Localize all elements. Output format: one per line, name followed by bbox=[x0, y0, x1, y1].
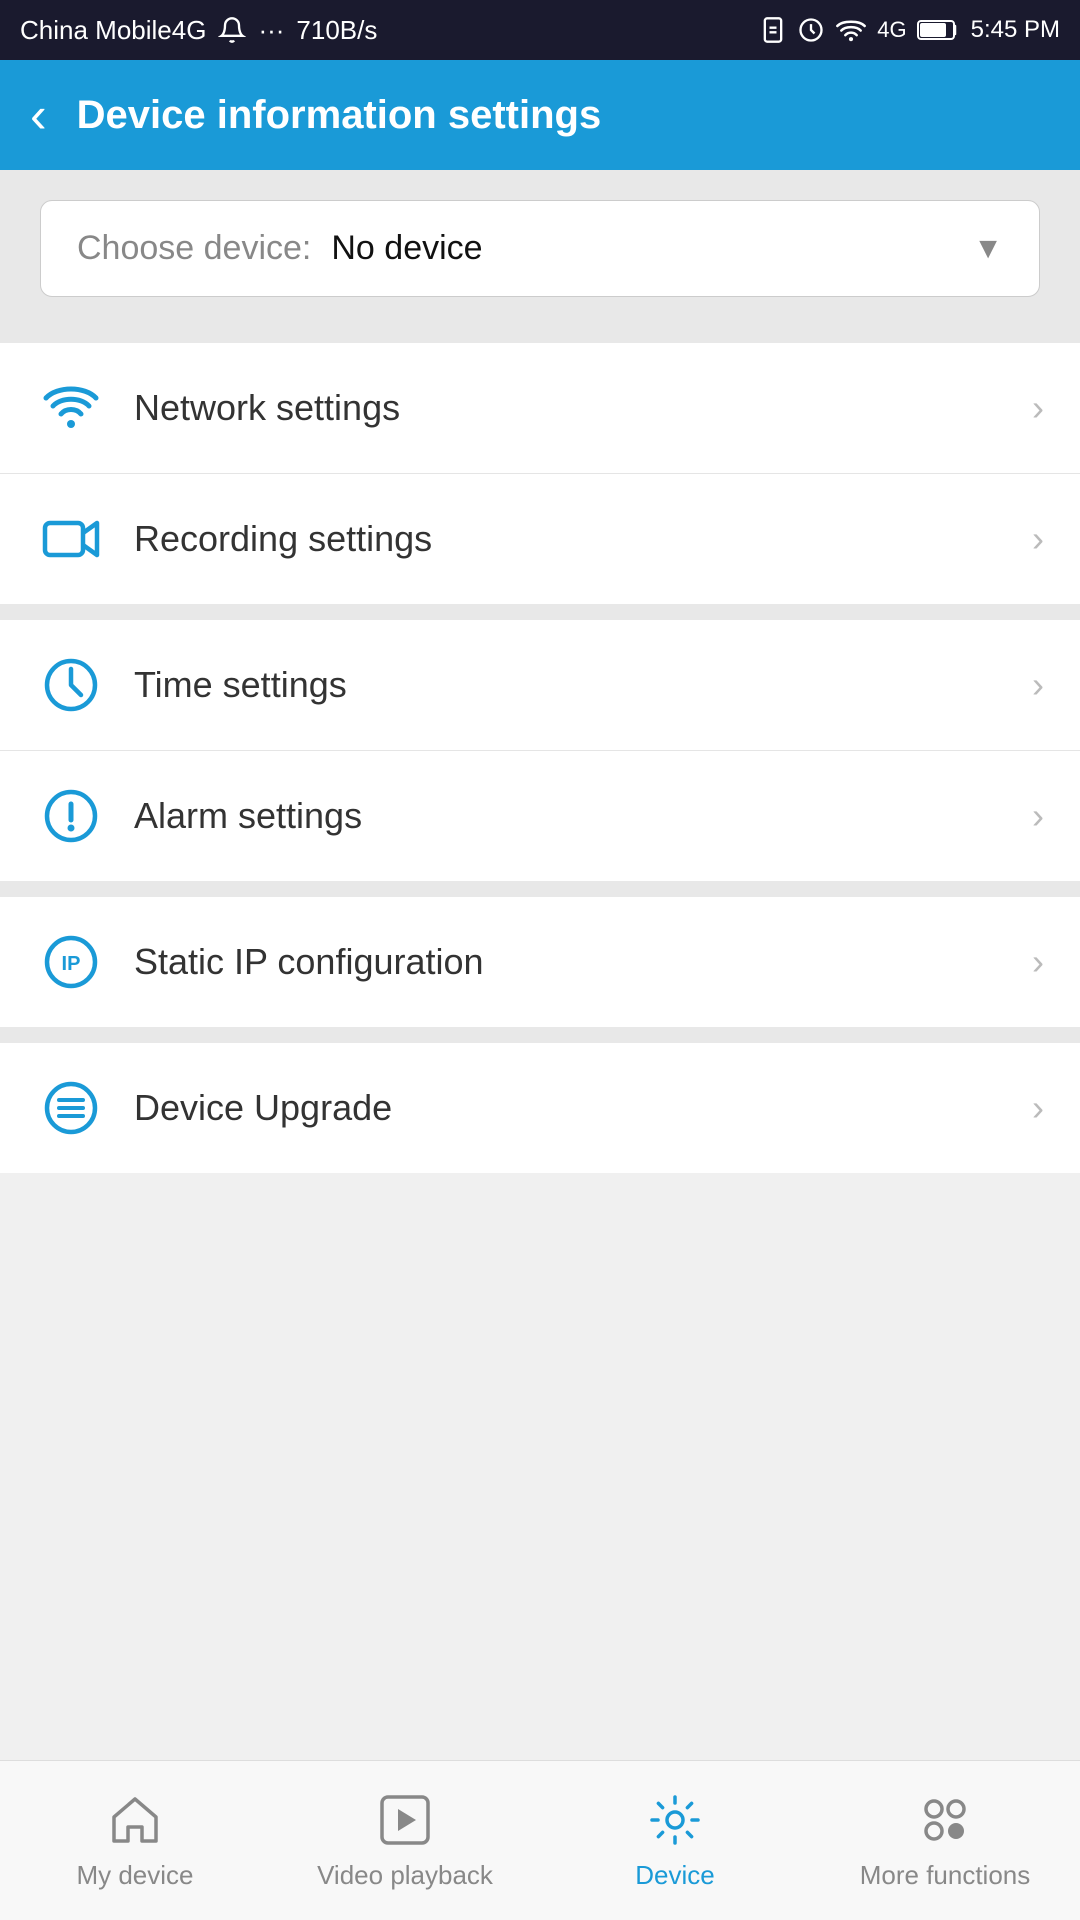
page-title: Device information settings bbox=[77, 93, 602, 138]
status-right: 4G 5:45 PM bbox=[759, 16, 1060, 44]
menu-section-4: Device Upgrade › bbox=[0, 1043, 1080, 1173]
chevron-right-icon-5: › bbox=[1032, 941, 1044, 983]
battery-icon bbox=[917, 17, 961, 43]
menu-item-recording[interactable]: Recording settings › bbox=[0, 474, 1080, 604]
device-chooser-label: Choose device: bbox=[77, 229, 311, 268]
menu-section-3: IP Static IP configuration › bbox=[0, 897, 1080, 1027]
chevron-right-icon-3: › bbox=[1032, 664, 1044, 706]
gear-icon bbox=[645, 1790, 705, 1850]
device-chooser-value: No device bbox=[331, 229, 953, 268]
dots-label: ··· bbox=[258, 15, 284, 46]
nav-item-mydevice[interactable]: My device bbox=[0, 1761, 270, 1920]
menu-lines-icon bbox=[36, 1073, 106, 1143]
nav-label-morefunctions: More functions bbox=[860, 1860, 1031, 1891]
section-sep-1 bbox=[0, 327, 1080, 343]
bottom-nav: My device Video playback Device bbox=[0, 1760, 1080, 1920]
menu-section-1: Network settings › Recording settings › bbox=[0, 343, 1080, 604]
section-sep-2 bbox=[0, 604, 1080, 620]
back-button[interactable]: ‹ bbox=[30, 90, 47, 140]
main-content: Choose device: No device ▼ Network setti… bbox=[0, 170, 1080, 1343]
menu-item-staticip[interactable]: IP Static IP configuration › bbox=[0, 897, 1080, 1027]
nav-item-morefunctions[interactable]: More functions bbox=[810, 1761, 1080, 1920]
section-sep-4 bbox=[0, 1027, 1080, 1043]
wifi-status-icon bbox=[835, 16, 867, 44]
svg-text:IP: IP bbox=[62, 953, 81, 975]
clock-status-icon bbox=[797, 16, 825, 44]
menu-item-recording-label: Recording settings bbox=[134, 518, 1004, 560]
menu-item-alarm[interactable]: Alarm settings › bbox=[0, 751, 1080, 881]
play-icon bbox=[375, 1790, 435, 1850]
menu-item-time[interactable]: Time settings › bbox=[0, 620, 1080, 751]
home-icon bbox=[105, 1790, 165, 1850]
chevron-down-icon: ▼ bbox=[973, 232, 1003, 266]
nav-item-device[interactable]: Device bbox=[540, 1761, 810, 1920]
time-label: 5:45 PM bbox=[971, 16, 1060, 44]
clock-icon bbox=[36, 650, 106, 720]
device-chooser[interactable]: Choose device: No device ▼ bbox=[40, 200, 1040, 297]
carrier-label: China Mobile4G bbox=[20, 15, 206, 46]
menu-item-network-label: Network settings bbox=[134, 387, 1004, 429]
chevron-right-icon-4: › bbox=[1032, 795, 1044, 837]
menu-item-alarm-label: Alarm settings bbox=[134, 795, 1004, 837]
dots-grid-icon bbox=[915, 1790, 975, 1850]
camera-icon bbox=[36, 504, 106, 574]
section-sep-3 bbox=[0, 881, 1080, 897]
wifi-icon bbox=[36, 373, 106, 443]
menu-item-time-label: Time settings bbox=[134, 664, 1004, 706]
chevron-right-icon-6: › bbox=[1032, 1087, 1044, 1129]
nav-item-videoplayback[interactable]: Video playback bbox=[270, 1761, 540, 1920]
menu-item-network[interactable]: Network settings › bbox=[0, 343, 1080, 474]
menu-item-staticip-label: Static IP configuration bbox=[134, 941, 1004, 983]
ip-icon: IP bbox=[36, 927, 106, 997]
chevron-right-icon-2: › bbox=[1032, 518, 1044, 560]
status-bar: China Mobile4G ··· 710B/s 4G bbox=[0, 0, 1080, 60]
nav-label-mydevice: My device bbox=[76, 1860, 193, 1891]
status-left: China Mobile4G ··· 710B/s bbox=[20, 15, 377, 46]
menu-section-2: Time settings › Alarm settings › bbox=[0, 620, 1080, 881]
chevron-right-icon: › bbox=[1032, 387, 1044, 429]
nav-label-videoplayback: Video playback bbox=[317, 1860, 493, 1891]
sim-icon bbox=[759, 16, 787, 44]
menu-item-upgrade[interactable]: Device Upgrade › bbox=[0, 1043, 1080, 1173]
menu-item-upgrade-label: Device Upgrade bbox=[134, 1087, 1004, 1129]
nav-label-device: Device bbox=[635, 1860, 714, 1891]
device-chooser-wrap: Choose device: No device ▼ bbox=[0, 170, 1080, 327]
toolbar: ‹ Device information settings bbox=[0, 60, 1080, 170]
notification-icon bbox=[218, 16, 246, 44]
signal-label: 4G bbox=[877, 17, 906, 43]
speed-label: 710B/s bbox=[296, 15, 377, 46]
alert-icon bbox=[36, 781, 106, 851]
